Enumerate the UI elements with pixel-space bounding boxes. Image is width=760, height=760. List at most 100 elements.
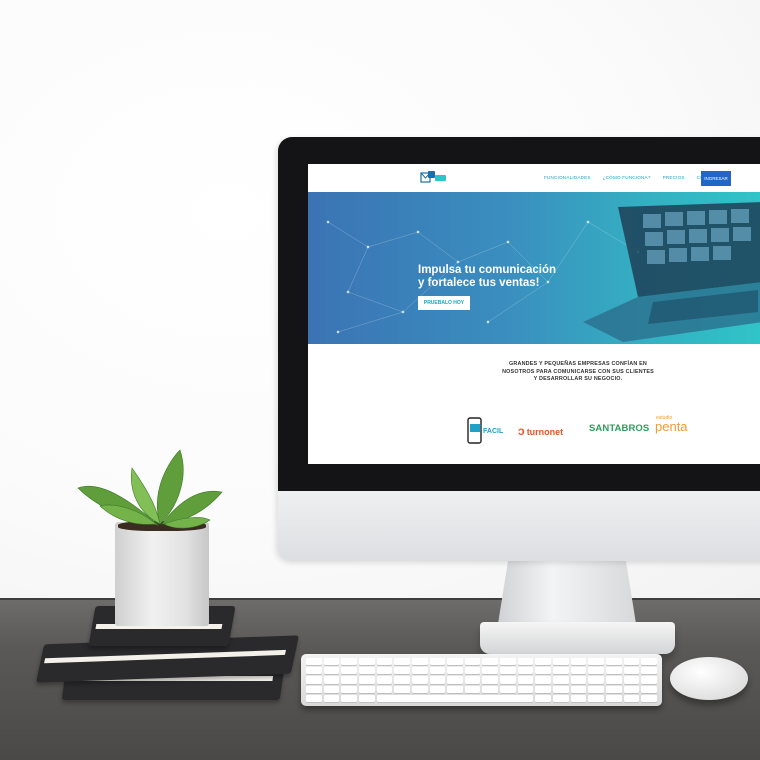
keyboard-key xyxy=(623,667,640,675)
smsfacil-phone-icon: FACIL xyxy=(467,417,504,444)
keyboard-key xyxy=(411,658,428,666)
keyboard-key xyxy=(623,676,640,684)
smsfacil-text: FACIL xyxy=(483,428,504,435)
keyboard-key xyxy=(517,685,534,693)
keyboard-key xyxy=(482,658,499,666)
login-button[interactable]: INGRESAR xyxy=(701,171,731,186)
keyboard-key xyxy=(553,667,569,675)
keyboard-key xyxy=(570,658,587,666)
keyboard-key xyxy=(535,658,552,666)
keyboard-key xyxy=(429,658,446,666)
hero-title: Impulsa tu comunicación y fortalece tus … xyxy=(418,264,557,289)
keyboard-key xyxy=(341,658,357,666)
keyboard-key xyxy=(323,676,340,684)
keyboard-key xyxy=(588,667,605,675)
keyboard-key xyxy=(500,676,516,684)
hero-banner: Impulsa tu comunicación y fortalece tus … xyxy=(308,192,760,344)
monitor-stand xyxy=(497,560,637,630)
keyboard-key xyxy=(306,676,322,684)
keyboard-key xyxy=(411,667,428,675)
keyboard-key xyxy=(447,667,463,675)
keyboard-key xyxy=(606,694,622,702)
keyboard-key xyxy=(606,658,622,666)
keyboard-key xyxy=(411,676,428,684)
keyboard-key xyxy=(588,676,605,684)
keyboard-spacebar xyxy=(376,694,534,702)
keyboard-key xyxy=(553,694,569,702)
keyboard-key xyxy=(535,676,552,684)
keyboard-key xyxy=(358,694,375,702)
keyboard-key xyxy=(606,667,622,675)
sms-logo-icon[interactable] xyxy=(420,170,448,186)
keyboard-key xyxy=(306,685,322,693)
keyboard-key xyxy=(464,676,481,684)
keyboard-key xyxy=(535,667,552,675)
keyboard-key xyxy=(535,685,552,693)
keyboard-key xyxy=(411,685,428,693)
keyboard-key xyxy=(429,685,446,693)
keyboard-key xyxy=(341,694,357,702)
keyboard-key xyxy=(306,658,322,666)
keyboard-key xyxy=(376,676,393,684)
keyboard-key xyxy=(500,658,516,666)
keyboard-key xyxy=(623,658,640,666)
keyboard-key xyxy=(553,685,569,693)
turnonet-icon: ↄ xyxy=(518,424,525,438)
keyboard-key xyxy=(535,694,552,702)
keyboard-key xyxy=(358,685,375,693)
keyboard-key xyxy=(623,685,640,693)
try-it-button[interactable]: PRUEBALO HOY xyxy=(418,296,470,310)
keyboard-key xyxy=(641,685,657,693)
keyboard-key xyxy=(641,676,657,684)
monitor-stand-base xyxy=(480,622,675,654)
keyboard-key xyxy=(341,685,357,693)
keyboard-key xyxy=(482,667,499,675)
keyboard-key xyxy=(394,667,410,675)
keyboard-key xyxy=(306,694,322,702)
keyboard-key xyxy=(570,685,587,693)
keyboard-key xyxy=(447,685,463,693)
client-logos: FACIL ↄ turnonet SANTABROS estudio penta xyxy=(466,415,706,447)
monitor-chin xyxy=(278,491,760,561)
laptop-photo xyxy=(583,202,760,342)
keyboard-key xyxy=(641,667,657,675)
site-navbar: FUNCIONALIDADES ¿CÓMO FUNCIONA? PRECIOS … xyxy=(308,164,760,193)
keyboard-key xyxy=(323,658,340,666)
concrete-pot xyxy=(115,522,209,626)
keyboard-key xyxy=(376,658,393,666)
keyboard-key xyxy=(517,676,534,684)
keyboard-key xyxy=(447,676,463,684)
nav-link-precios[interactable]: PRECIOS xyxy=(663,175,685,180)
nav-link-como-funciona[interactable]: ¿CÓMO FUNCIONA? xyxy=(603,175,651,180)
keyboard-key xyxy=(588,694,605,702)
keyboard-key xyxy=(517,658,534,666)
website-screen: FUNCIONALIDADES ¿CÓMO FUNCIONA? PRECIOS … xyxy=(308,164,760,464)
keyboard-key xyxy=(641,694,657,702)
keyboard-key xyxy=(641,658,657,666)
penta-big-text: penta xyxy=(655,419,688,434)
keyboard-key xyxy=(606,685,622,693)
keyboard-key xyxy=(306,667,322,675)
keyboard-key xyxy=(394,685,410,693)
keyboard-key xyxy=(358,667,375,675)
keyboard-key xyxy=(376,667,393,675)
keyboard-key xyxy=(570,694,587,702)
smsfacil-logo: FACIL xyxy=(466,417,508,445)
turnonet-text: turnonet xyxy=(526,427,564,437)
keyboard-key xyxy=(323,667,340,675)
keyboard-key xyxy=(464,685,481,693)
keyboard-key xyxy=(464,667,481,675)
estudio-penta-logo: estudio penta xyxy=(655,415,688,434)
nav-link-funcionalidades[interactable]: FUNCIONALIDADES xyxy=(544,175,591,180)
keyboard-key xyxy=(394,676,410,684)
keyboard-key xyxy=(323,694,340,702)
keyboard-key xyxy=(553,658,569,666)
keyboard-key xyxy=(429,667,446,675)
nav-links: FUNCIONALIDADES ¿CÓMO FUNCIONA? PRECIOS … xyxy=(544,175,724,180)
keyboard-key xyxy=(570,676,587,684)
keyboard-key xyxy=(482,685,499,693)
keyboard-key xyxy=(341,667,357,675)
keyboard-key xyxy=(553,676,569,684)
keyboard-key xyxy=(358,676,375,684)
mouse xyxy=(670,657,748,700)
